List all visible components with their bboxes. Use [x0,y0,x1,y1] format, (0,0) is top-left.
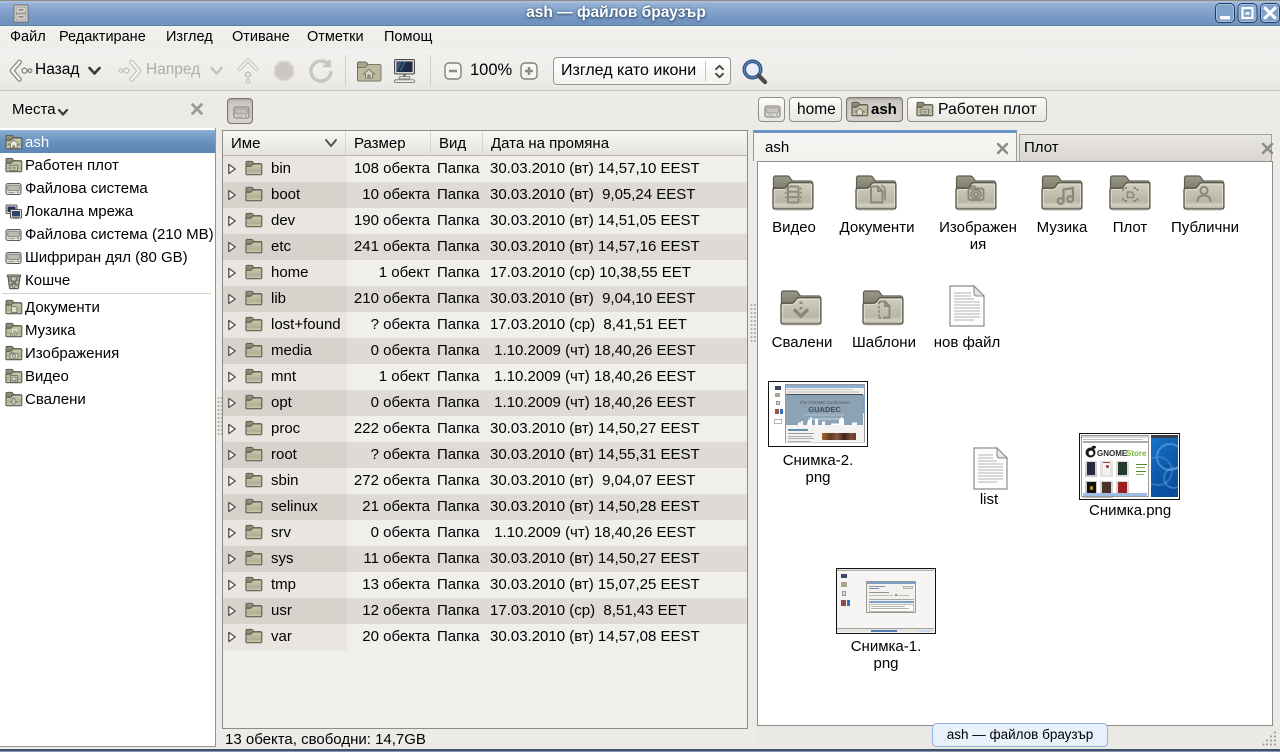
svg-text:GNOME: GNOME [1097,449,1128,458]
svg-text:Store: Store [1126,449,1147,458]
